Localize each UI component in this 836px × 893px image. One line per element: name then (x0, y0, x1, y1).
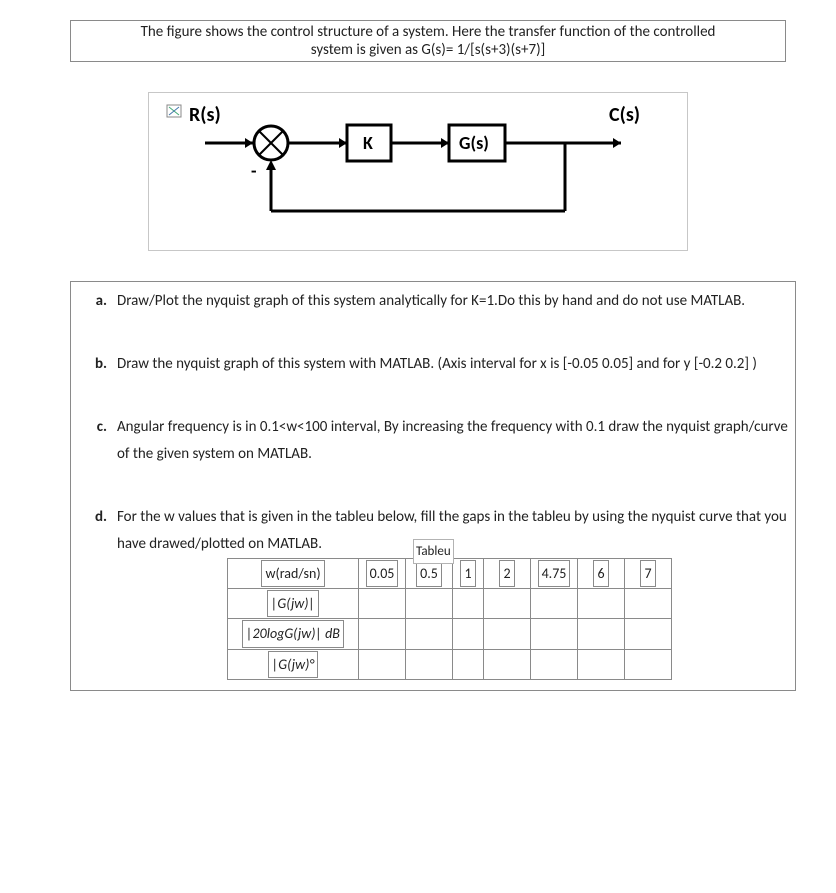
row2-header: |G(jw)| (267, 590, 319, 617)
problem-statement-box: The figure shows the control structure o… (70, 20, 786, 62)
q-a-label: a. (75, 288, 117, 315)
q-b-label: b. (75, 351, 117, 378)
G-label: G(s) (459, 132, 489, 154)
questions-box: a. Draw/Plot the nyquist graph of this s… (70, 281, 796, 691)
w-val: 4.75 (538, 560, 571, 587)
minus-sign: - (251, 160, 257, 182)
C-label: C(s) (609, 103, 640, 127)
header-line1: The figure shows the control structure o… (75, 23, 781, 41)
tableu-table: w(rad/sn) 0.05 0.5 1 2 4.75 6 7 |G(jw)| (227, 558, 672, 680)
question-d: d. For the w values that is given in the… (75, 504, 791, 680)
row3-header: |20logG(jw)| dB (242, 620, 344, 647)
w-val: 1 (460, 560, 475, 587)
row1-header: w(rad/sn) (261, 560, 324, 587)
R-label: R(s) (189, 103, 221, 127)
w-val: 7 (640, 560, 655, 587)
tableu-caption: Tableu (413, 539, 454, 564)
question-a: a. Draw/Plot the nyquist graph of this s… (75, 288, 791, 315)
q-a-text: Draw/Plot the nyquist graph of this syst… (117, 288, 791, 315)
w-val: 6 (593, 560, 608, 587)
q-b-text: Draw the nyquist graph of this system wi… (117, 351, 791, 378)
table-row: |G(jw)° (228, 649, 672, 679)
q-d-text: For the w values that is given in the ta… (117, 504, 791, 558)
q-c-label: c. (75, 414, 117, 468)
w-val: 0.05 (366, 560, 399, 587)
table-row: |G(jw)| (228, 589, 672, 619)
control-diagram-svg: R(s) - K G(s) C(s) (159, 101, 659, 231)
q-d-label: d. (75, 504, 117, 680)
tableu-container: Tableu w(rad/sn) 0.05 0.5 1 2 4.75 6 7 |… (117, 558, 791, 680)
q-c-text: Angular frequency is in 0.1<w<100 interv… (117, 414, 791, 468)
header-line2: system is given as G(s)= 1/[s(s+3)(s+7)] (75, 41, 781, 59)
w-val: 2 (499, 560, 514, 587)
question-b: b. Draw the nyquist graph of this system… (75, 351, 791, 378)
table-row: |20logG(jw)| dB (228, 619, 672, 649)
K-label: K (363, 132, 373, 154)
question-c: c. Angular frequency is in 0.1<w<100 int… (75, 414, 791, 468)
block-diagram: R(s) - K G(s) C(s) (148, 92, 688, 251)
row4-header: |G(jw)° (268, 651, 318, 678)
